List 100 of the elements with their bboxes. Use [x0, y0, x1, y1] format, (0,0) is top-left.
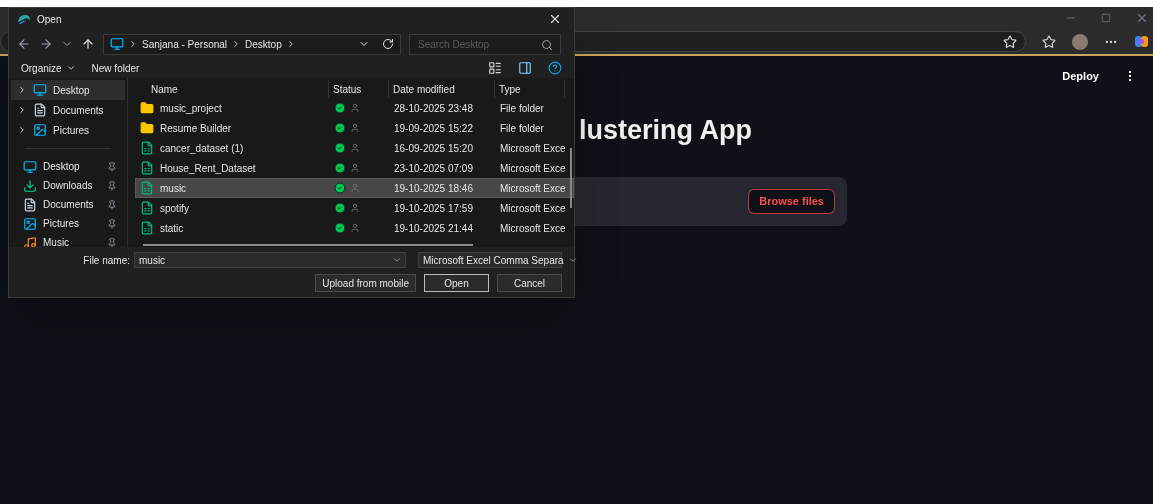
file-row[interactable]: music 19-10-2025 18:46 Microsoft Exce [135, 178, 574, 198]
file-date: 16-09-2025 15:20 [393, 141, 474, 156]
vertical-scrollbar[interactable] [570, 148, 572, 208]
quick-access-item[interactable]: Documents [11, 195, 125, 214]
file-row[interactable]: House_Rent_Dataset 23-10-2025 07:09 Microsoft Exce [135, 158, 574, 178]
file-date: 19-10-2025 21:44 [393, 221, 474, 236]
quick-access-item[interactable]: Music [11, 233, 125, 247]
user-icon [350, 203, 360, 213]
pin-icon [107, 161, 117, 172]
spreadsheet-icon [140, 141, 154, 155]
organize-menu[interactable]: Organize [21, 60, 62, 76]
file-name: static [160, 221, 184, 236]
favorites-icon[interactable] [1042, 34, 1056, 49]
quick-access-item[interactable]: Desktop [11, 157, 125, 176]
copilot-icon[interactable] [1134, 34, 1149, 49]
monitor-icon [110, 37, 124, 51]
tree-item[interactable]: Documents [11, 100, 125, 120]
app-title: lustering App [579, 116, 753, 144]
deploy-button[interactable]: Deploy [1062, 68, 1099, 85]
favorite-star-icon[interactable] [1003, 34, 1017, 49]
file-row[interactable]: cancer_dataset (1) 16-09-2025 15:20 Microsoft Exce [135, 138, 574, 158]
dialog-button[interactable]: Cancel [497, 274, 562, 292]
view-icon[interactable] [488, 61, 502, 75]
file-name: House_Rent_Dataset [160, 161, 256, 176]
back-icon[interactable] [17, 37, 31, 51]
monitor-icon [33, 83, 47, 97]
app-logo-icon [17, 13, 31, 25]
column-header[interactable]: Name [135, 80, 329, 98]
breadcrumb-item[interactable]: Sanjana - Personal [142, 36, 228, 52]
synced-icon [334, 142, 346, 154]
dialog-button[interactable]: Open [424, 274, 489, 292]
image-icon [33, 123, 47, 137]
file-name: music [160, 181, 187, 196]
document-icon [23, 197, 37, 212]
download-icon [23, 178, 37, 193]
column-header[interactable]: Type [495, 80, 565, 98]
pin-icon [107, 199, 117, 210]
folder-icon [140, 101, 154, 115]
spreadsheet-icon [140, 161, 154, 175]
spreadsheet-icon [140, 201, 154, 215]
user-icon [350, 183, 360, 193]
pin-icon [107, 218, 117, 229]
profile-avatar[interactable] [1072, 33, 1088, 50]
file-date: 19-09-2025 15:22 [393, 121, 474, 136]
file-type: Microsoft Exce [499, 201, 566, 216]
file-name: Resume Builder [160, 121, 232, 136]
document-icon [33, 103, 47, 117]
quick-access-item[interactable]: Downloads [11, 176, 125, 195]
folder-icon [140, 121, 154, 135]
quick-access-item[interactable]: Pictures [11, 214, 125, 233]
browse-files-button[interactable]: Browse files [748, 188, 835, 214]
search-icon [541, 38, 553, 51]
file-row[interactable]: static 19-10-2025 21:44 Microsoft Exce [135, 218, 574, 238]
user-icon [350, 123, 360, 133]
file-name: spotify [160, 201, 189, 216]
file-name-field[interactable]: music [134, 252, 406, 268]
column-header[interactable]: Date modified [389, 80, 495, 98]
file-row[interactable]: spotify 19-10-2025 17:59 Microsoft Exce [135, 198, 574, 218]
dialog-button[interactable]: Upload from mobile [315, 274, 416, 292]
forward-icon[interactable] [39, 37, 53, 51]
image-icon [23, 216, 37, 231]
tree-item[interactable]: Pictures [11, 120, 125, 140]
synced-icon [334, 202, 346, 214]
close-icon[interactable] [548, 12, 562, 26]
user-icon [350, 223, 360, 233]
file-date: 28-10-2025 23:48 [393, 101, 474, 116]
caret-icon[interactable] [65, 63, 76, 73]
monitor-icon [23, 159, 37, 174]
file-date: 19-10-2025 17:59 [393, 201, 474, 216]
pin-icon [107, 180, 117, 191]
preview-pane-icon[interactable] [518, 61, 532, 75]
up-icon[interactable] [81, 37, 95, 51]
search-field[interactable]: Search Desktop [409, 33, 561, 55]
file-type: File folder [499, 101, 545, 116]
user-icon [350, 103, 360, 113]
chevron-right-icon [128, 39, 138, 49]
new-folder-button[interactable]: New folder [91, 60, 140, 76]
file-date: 19-10-2025 18:46 [393, 181, 474, 196]
file-name: music_project [160, 101, 222, 116]
dropdown-icon [567, 255, 578, 265]
file-type: Microsoft Exce [499, 221, 566, 236]
address-bar[interactable]: Sanjana - Personal Desktop [103, 33, 401, 55]
file-date: 23-10-2025 07:09 [393, 161, 474, 176]
refresh-icon[interactable] [382, 38, 394, 50]
horizontal-scrollbar[interactable] [143, 244, 473, 246]
help-icon[interactable] [548, 61, 562, 75]
tree-item[interactable]: Desktop [11, 80, 125, 100]
file-row[interactable]: Resume Builder 19-09-2025 15:22 File folder [135, 118, 574, 138]
file-row[interactable]: music_project 28-10-2025 23:48 File folder [135, 98, 574, 118]
spreadsheet-icon [140, 221, 154, 235]
music-icon [23, 235, 37, 247]
column-header[interactable]: Status [329, 80, 389, 98]
dropdown-icon[interactable] [392, 255, 402, 265]
file-type: Microsoft Exce [499, 181, 566, 196]
file-name-label: File name: [83, 253, 130, 268]
synced-icon [334, 102, 346, 114]
spreadsheet-icon [140, 181, 154, 195]
breadcrumb-item[interactable]: Desktop [245, 36, 282, 52]
synced-icon [334, 182, 346, 194]
pin-icon [107, 237, 117, 247]
